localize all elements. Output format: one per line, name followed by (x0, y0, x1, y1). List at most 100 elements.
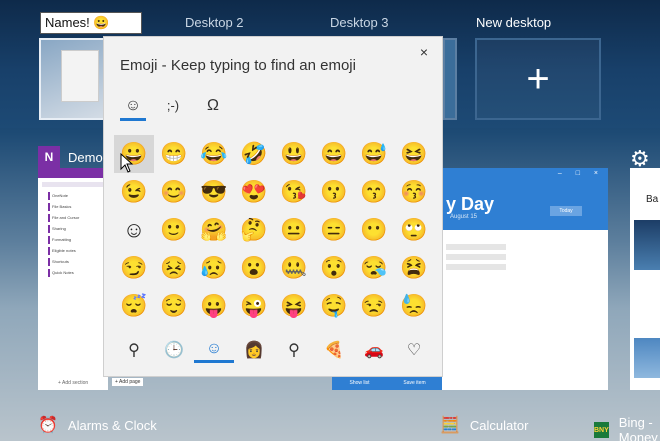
emoji-cell[interactable]: 😊 (154, 173, 194, 211)
heart-icon[interactable]: ♡ (394, 337, 434, 363)
task-label: Calculator (469, 417, 529, 433)
onenote-add-page: + Add page (112, 378, 144, 386)
emoji-cell[interactable]: 😅 (354, 135, 394, 173)
emoji-cell[interactable]: ☺ (114, 211, 154, 249)
emoji-cell[interactable]: 🤗 (194, 211, 234, 249)
desktop-3-thumbnail[interactable] (443, 38, 457, 120)
plus-icon: + (526, 57, 550, 101)
emoji-cell[interactable]: 😙 (354, 173, 394, 211)
list-item: Formatting (48, 236, 104, 244)
emoji-grid: 😀 😁 😂 🤣 😃 😄 😅 😆 😉 😊 😎 😍 😘 😗 😙 😚 ☺ 🙂 🤗 🤔 😐 😑 😶 🙄 😏 😣 😥 😮 🤐 😯 😪 😫 😴 😌 😛 😜 😝 🤤 😒 😓 (114, 135, 434, 325)
bing-money-task[interactable]: BNY Bing - Money (594, 415, 660, 441)
emoji-cell[interactable]: 😘 (274, 173, 314, 211)
emoji-cell[interactable]: 🙄 (394, 211, 434, 249)
places-icon[interactable]: ⚲ (274, 337, 314, 363)
emoji-cell[interactable]: 😌 (154, 287, 194, 325)
close-button[interactable]: × (416, 44, 432, 60)
emoji-cell[interactable]: 😎 (194, 173, 234, 211)
emoji-cell[interactable]: 🤐 (274, 249, 314, 287)
emoji-cell[interactable]: 😏 (114, 249, 154, 287)
list-item: Quick Notes (48, 269, 104, 277)
emoji-cell[interactable]: 😫 (394, 249, 434, 287)
emoji-cell[interactable]: 😯 (314, 249, 354, 287)
emoji-cell[interactable]: 😓 (394, 287, 434, 325)
emoji-cell[interactable]: 😮 (234, 249, 274, 287)
mouse-cursor-icon (120, 153, 134, 173)
emoji-cell[interactable]: 😝 (274, 287, 314, 325)
emoji-cell[interactable]: 😆 (394, 135, 434, 173)
task-label: Bing - Money (618, 415, 658, 441)
calendar-foot-button: Save item (403, 380, 426, 386)
list-item: File Basics (48, 203, 104, 211)
onenote-ribbon (42, 182, 104, 187)
task-label: Alarms & Clock (67, 417, 157, 433)
thumbnail-window (61, 50, 99, 102)
emoji-panel-title: Emoji - Keep typing to find an emoji (120, 57, 356, 74)
emoji-cell[interactable]: 😴 (114, 287, 154, 325)
emoji-cell[interactable]: 🤤 (314, 287, 354, 325)
bing-window-preview[interactable]: Ba (630, 168, 660, 390)
search-icon[interactable]: ⚲ (114, 337, 154, 363)
emoji-cell[interactable]: 😒 (354, 287, 394, 325)
list-item: Sharing (48, 225, 104, 233)
emoji-panel: Emoji - Keep typing to find an emoji × ☺… (103, 36, 443, 377)
calendar-header: – □ × y Day August 15 Today (442, 168, 608, 230)
desktop-name-input[interactable] (40, 12, 142, 34)
kaomoji-tab[interactable]: ;-) (160, 95, 186, 121)
emoji-cell[interactable]: 😚 (394, 173, 434, 211)
people-icon[interactable]: 👩 (234, 337, 274, 363)
emoji-cell[interactable]: 😂 (194, 135, 234, 173)
food-icon[interactable]: 🍕 (314, 337, 354, 363)
new-desktop-label[interactable]: New desktop (476, 15, 551, 30)
calendar-foot-button: Show list (349, 380, 370, 386)
onenote-window-preview[interactable]: OneNote File Basics File and Cursor Shar… (38, 168, 108, 390)
list-item: Eligible notes (48, 247, 104, 255)
desktop-1-thumbnail[interactable] (39, 38, 113, 120)
calendar-today-button: Today (550, 206, 582, 216)
desktop-3-label[interactable]: Desktop 3 (330, 15, 389, 30)
new-desktop-button[interactable]: + (475, 38, 601, 120)
emoji-cell[interactable]: 😁 (154, 135, 194, 173)
emoji-cell[interactable]: 😥 (194, 249, 234, 287)
calendar-date: August 15 (450, 214, 478, 220)
emoji-panel-tabs: ☺ ;-) Ω (120, 95, 226, 121)
alarms-clock-task[interactable]: ⏰ Alarms & Clock (38, 415, 157, 435)
emoji-cell[interactable]: 😑 (314, 211, 354, 249)
list-item: Shortcuts (48, 258, 104, 266)
calendar-line (446, 244, 506, 250)
emoji-cell[interactable]: 🤔 (234, 211, 274, 249)
emoji-cell[interactable]: 🤣 (234, 135, 274, 173)
emoji-cell[interactable]: 😉 (114, 173, 154, 211)
emoji-cell[interactable]: 😐 (274, 211, 314, 249)
onenote-task-title[interactable]: N Demo (38, 146, 103, 168)
calculator-task[interactable]: 🧮 Calculator (440, 415, 528, 435)
onenote-icon: N (38, 146, 60, 168)
bing-window-image (634, 338, 660, 378)
symbols-tab[interactable]: Ω (200, 95, 226, 121)
calendar-line (446, 254, 506, 260)
onenote-titlebar (38, 168, 108, 178)
emoji-cell[interactable]: 😶 (354, 211, 394, 249)
emoji-cell[interactable]: 😄 (314, 135, 354, 173)
alarm-clock-icon: ⏰ (38, 417, 58, 434)
emoji-cell[interactable]: 😪 (354, 249, 394, 287)
bing-window-title: Ba (646, 194, 659, 205)
emoji-cell[interactable]: 😣 (154, 249, 194, 287)
recent-icon[interactable]: 🕒 (154, 337, 194, 363)
bing-window-image (634, 220, 660, 270)
emoji-cell[interactable]: 😜 (234, 287, 274, 325)
emoji-cell[interactable]: 🙂 (154, 211, 194, 249)
emoji-tab[interactable]: ☺ (120, 95, 146, 121)
travel-icon[interactable]: 🚗 (354, 337, 394, 363)
emoji-cell[interactable]: 😗 (314, 173, 354, 211)
emoji-cell[interactable]: 😃 (274, 135, 314, 173)
emoji-cell[interactable]: 😍 (234, 173, 274, 211)
emoji-cell[interactable]: 😛 (194, 287, 234, 325)
onenote-title-label: Demo (68, 149, 103, 165)
desktop-2-label[interactable]: Desktop 2 (185, 15, 244, 30)
list-item: File and Cursor (48, 214, 104, 222)
bottom-task-row: ⏰ Alarms & Clock 🧮 Calculator BNY Bing -… (0, 405, 660, 441)
window-controls: – □ × (557, 170, 604, 177)
smiley-icon[interactable]: ☺ (194, 337, 234, 363)
calculator-icon: 🧮 (440, 417, 460, 434)
